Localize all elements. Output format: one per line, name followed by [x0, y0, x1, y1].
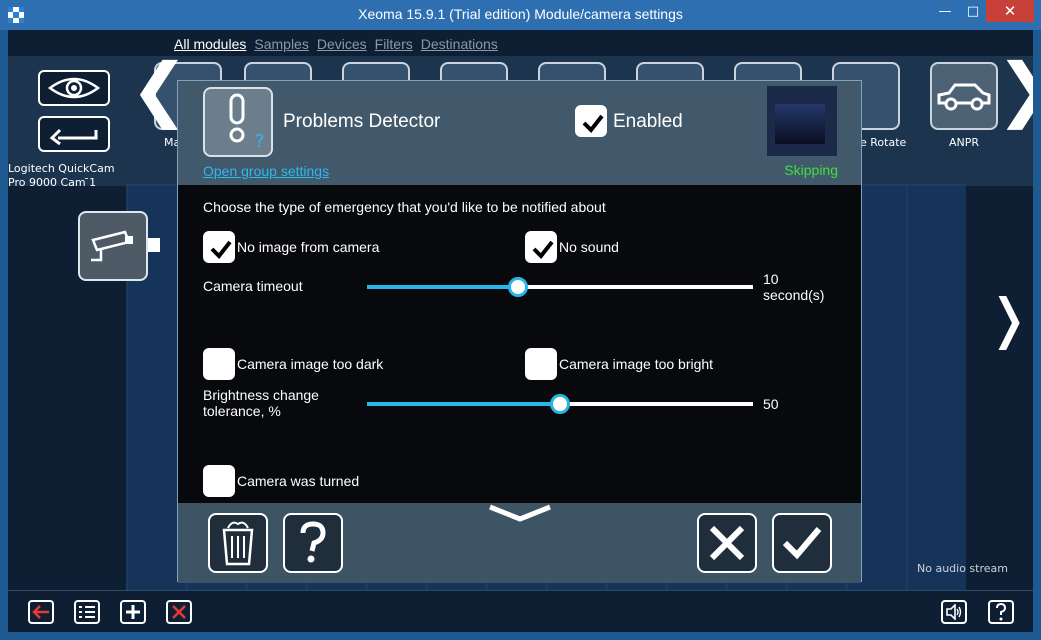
list-icon	[79, 606, 95, 618]
camera-turned-label: Camera was turned	[237, 473, 360, 489]
too-dark-checkbox[interactable]	[203, 348, 235, 380]
camera-timeout-handle[interactable]	[508, 277, 528, 297]
add-camera-button[interactable]	[120, 600, 146, 624]
minimize-button[interactable]: —	[930, 0, 960, 22]
no-sound-label: No sound	[559, 239, 619, 255]
no-image-checkbox[interactable]	[203, 231, 235, 263]
no-image-label: No image from camera	[237, 239, 380, 255]
module-label-rotate: e Rotate	[860, 136, 907, 149]
back-button[interactable]	[38, 116, 110, 152]
camera-name-label: Logitech QuickCam Pro 9000 Cam ̄1	[8, 162, 115, 189]
speaker-icon	[946, 604, 962, 620]
no-sound-checkbox[interactable]	[525, 231, 557, 263]
too-dark-label: Camera image too dark	[237, 356, 384, 372]
preview-eye-button[interactable]	[38, 70, 110, 106]
dialog-settings-body: Choose the type of emergency that you'd …	[178, 185, 861, 503]
brightness-tolerance-label: Brightness change tolerance, %	[203, 387, 319, 419]
anpr-module-label: ANPR	[948, 136, 980, 149]
module-settings-dialog: ? Problems Detector Open group settings …	[177, 80, 862, 583]
camera-timeout-fill	[367, 285, 518, 289]
camera-timeout-value: 10	[763, 271, 779, 287]
camera-module-node[interactable]	[78, 211, 148, 281]
next-page-chevron-icon[interactable]: ❭	[986, 292, 1031, 346]
scroll-modules-right-icon[interactable]: ❯	[996, 54, 1033, 124]
problems-detector-module-icon: ?	[203, 87, 273, 157]
expand-more-chevron-icon[interactable]	[488, 503, 552, 529]
no-audio-status: No audio stream	[917, 562, 1008, 575]
module-help-button[interactable]	[283, 513, 343, 573]
delete-module-button[interactable]	[208, 513, 268, 573]
brightness-tolerance-slider[interactable]	[367, 394, 753, 414]
instruction-text: Choose the type of emergency that you'd …	[203, 199, 606, 215]
module-category-nav: All modules Samples Devices Filters Dest…	[174, 36, 498, 52]
tab-devices[interactable]: Devices	[317, 36, 367, 52]
car-icon	[937, 83, 991, 111]
dialog-header: ? Problems Detector Open group settings …	[178, 81, 861, 185]
eye-icon	[47, 77, 101, 99]
node-connector	[148, 238, 160, 252]
checkmark-icon	[210, 240, 232, 260]
trash-icon	[222, 521, 254, 566]
security-camera-icon	[91, 230, 133, 262]
open-group-settings-link[interactable]: Open group settings	[203, 163, 329, 179]
tab-destinations[interactable]: Destinations	[421, 36, 498, 52]
close-window-button[interactable]: ✕	[986, 0, 1034, 22]
back-arrow-icon	[49, 128, 98, 146]
camera-turned-checkbox[interactable]	[203, 465, 235, 497]
camera-timeout-unit: second(s)	[763, 287, 825, 303]
enabled-label: Enabled	[613, 111, 683, 132]
bottom-toolbar	[8, 590, 1033, 632]
module-title: Problems Detector	[283, 111, 441, 132]
checkmark-icon	[532, 240, 554, 260]
too-bright-label: Camera image too bright	[559, 356, 714, 372]
camera-timeout-slider[interactable]	[367, 277, 753, 297]
enabled-checkbox[interactable]	[575, 105, 607, 137]
help-button[interactable]	[988, 600, 1014, 624]
svg-text:?: ?	[255, 131, 265, 152]
checkmark-icon	[782, 527, 822, 560]
camera-timeout-label: Camera timeout	[203, 278, 303, 294]
brightness-tolerance-fill	[367, 402, 560, 406]
camera-preview-thumbnail	[767, 86, 837, 156]
audio-button[interactable]	[941, 600, 967, 624]
question-mark-icon	[996, 603, 1007, 621]
maximize-button[interactable]: □	[960, 0, 986, 22]
exclamation-icon: ?	[229, 93, 265, 152]
plus-icon	[126, 605, 140, 619]
title-bar: Xeoma 15.9.1 (Trial edition) Module/came…	[0, 0, 1041, 30]
tab-filters[interactable]: Filters	[375, 36, 413, 52]
module-status: Skipping	[784, 162, 838, 178]
anpr-module-tile[interactable]	[930, 62, 998, 130]
camera-list-button[interactable]	[74, 600, 100, 624]
close-icon	[709, 525, 745, 561]
brightness-tolerance-handle[interactable]	[550, 394, 570, 414]
dialog-footer	[178, 503, 861, 583]
red-x-icon	[172, 605, 186, 619]
red-left-arrow-icon	[32, 605, 49, 619]
window-title: Xeoma 15.9.1 (Trial edition) Module/came…	[358, 6, 683, 22]
checkmark-icon	[582, 114, 604, 134]
question-mark-icon	[300, 521, 326, 563]
brightness-tolerance-value: 50	[763, 396, 779, 412]
exit-button[interactable]	[28, 600, 54, 624]
too-bright-checkbox[interactable]	[525, 348, 557, 380]
cancel-button[interactable]	[697, 513, 757, 573]
remove-camera-button[interactable]	[166, 600, 192, 624]
apply-button[interactable]	[772, 513, 832, 573]
tab-samples[interactable]: Samples	[254, 36, 308, 52]
